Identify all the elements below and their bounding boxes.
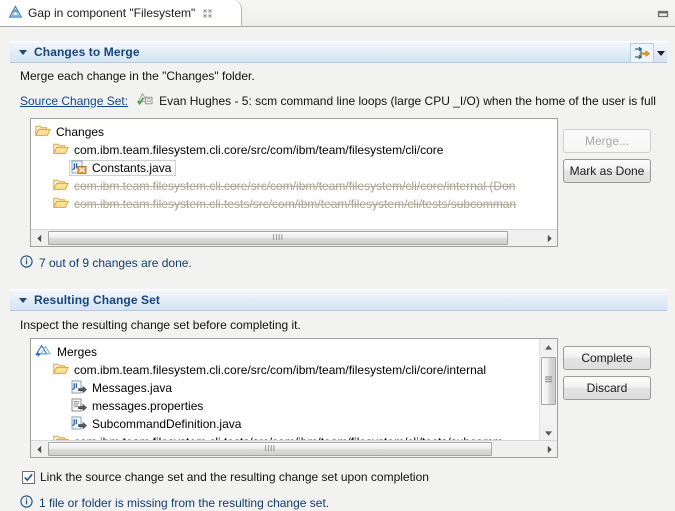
discard-button[interactable]: Discard [563,376,651,400]
section-title: Resulting Change Set [34,293,160,307]
close-icon[interactable] [201,7,214,20]
tree-row[interactable]: SubcommandDefinition.java [31,415,540,433]
complete-button[interactable]: Complete [563,346,651,370]
tree-row-label: com.ibm.team.filesystem.cli.tests/src/co… [74,197,516,211]
tree-row[interactable]: com.ibm.team.filesystem.cli.tests/src/co… [31,195,557,213]
folder-open-icon [53,142,69,158]
tab-strip: Gap in component "Filesystem" [0,0,675,27]
changes-tree-hscrollbar[interactable]: IIII [31,229,557,246]
scroll-down-icon[interactable] [540,425,556,441]
resulting-instruction: Inspect the resulting change set before … [20,318,301,332]
source-change-set-link[interactable]: Source Change Set: [20,94,128,108]
changes-tree[interactable]: Changes com.ibm.team.filesystem.cli.core/… [30,118,558,247]
mark-as-done-button[interactable]: Mark as Done [563,159,651,183]
change-set-icon [137,92,153,109]
changes-instruction: Merge each change in the "Changes" folde… [20,69,255,83]
merge-button-label: Merge... [585,134,629,148]
merges-icon [35,344,52,361]
tab-gap-in-component[interactable]: Gap in component "Filesystem" [0,0,242,26]
chevron-down-icon[interactable] [19,50,27,55]
scroll-grip: IIII [273,234,284,242]
tree-row[interactable]: com.ibm.team.filesystem.cli.core/src/com… [31,141,557,159]
tree-row-label: Changes [56,125,104,139]
tree-row[interactable]: messages.properties [31,397,540,415]
link-change-sets-checkbox-row[interactable]: Link the source change set and the resul… [22,470,429,484]
scroll-left-icon[interactable] [31,230,47,246]
merge-gap-icon [8,5,23,22]
merge-gap-editor: Gap in component "Filesystem" Changes to… [0,0,675,511]
tree-row-label: Merges [57,345,97,359]
source-change-set-value: Evan Hughes - 5: scm command line loops … [159,94,656,108]
properties-file-merge-icon [71,398,87,415]
tree-row-label: com.ibm.team.filesystem.cli.core/src/com… [74,143,443,157]
scroll-right-icon[interactable] [541,441,557,457]
chevron-down-icon[interactable] [657,51,665,56]
scroll-left-icon[interactable] [31,441,47,457]
tree-row[interactable]: com.ibm.team.filesystem.cli.core/src/com… [31,177,557,195]
changes-status-text: 7 out of 9 changes are done. [39,256,192,270]
link-change-sets-checkbox[interactable] [22,471,35,484]
tree-row-label: SubcommandDefinition.java [92,417,241,431]
source-change-set-row: Source Change Set: Evan Hughes - 5: scm … [20,92,656,109]
info-icon [20,255,33,271]
section-title: Changes to Merge [34,45,140,59]
info-icon [20,495,33,511]
section-header-changes-to-merge[interactable]: Changes to Merge [10,41,667,63]
chevron-down-icon[interactable] [19,298,27,303]
merge-button[interactable]: Merge... [563,129,651,153]
minimize-icon[interactable] [657,8,669,17]
tree-row[interactable]: Messages.java [31,379,540,397]
tree-row-label: messages.properties [92,399,203,413]
java-file-conflict-icon [71,160,87,177]
tree-row-selected[interactable]: Constants.java [69,160,176,176]
tree-row-label: Messages.java [92,381,172,395]
folder-open-icon [53,362,69,378]
folder-open-icon [35,124,51,140]
scroll-right-icon[interactable] [541,230,557,246]
resulting-tree-vscrollbar[interactable] [539,339,557,441]
scroll-up-icon[interactable] [540,339,556,355]
resulting-status-text: 1 file or folder is missing from the res… [39,496,329,510]
merge-arrows-icon[interactable] [630,43,654,63]
discard-button-label: Discard [587,381,628,395]
resulting-tree-vscroll-thumb[interactable] [541,357,556,405]
scroll-grip: IIII [265,445,276,453]
tree-row[interactable]: Constants.java [31,159,557,177]
resulting-status: 1 file or folder is missing from the res… [20,495,329,511]
resulting-tree[interactable]: Merges com.ibm.team.filesystem.cli.core/s… [30,338,558,458]
resulting-tree-hscroll-thumb[interactable]: IIII [48,442,492,456]
tree-row-label: Constants.java [92,161,171,175]
link-change-sets-label: Link the source change set and the resul… [40,470,429,484]
changes-tree-hscroll-thumb[interactable]: IIII [48,231,508,245]
scroll-grip [544,375,553,387]
complete-button-label: Complete [581,351,632,365]
tree-row[interactable]: Changes [31,123,557,141]
section-header-resulting-change-set[interactable]: Resulting Change Set [10,289,667,311]
tab-title: Gap in component "Filesystem" [28,6,195,20]
java-file-merge-icon [71,416,87,433]
tree-row[interactable]: Merges [31,343,540,361]
mark-as-done-button-label: Mark as Done [570,164,645,178]
tree-row-label: com.ibm.team.filesystem.cli.core/src/com… [74,179,515,193]
tree-row-label: com.ibm.team.filesystem.cli.core/src/com… [74,363,486,377]
section-toolbar [630,43,665,63]
changes-status: 7 out of 9 changes are done. [20,255,192,271]
tree-row[interactable]: com.ibm.team.filesystem.cli.core/src/com… [31,361,540,379]
folder-open-icon [53,196,69,212]
folder-open-icon [53,178,69,194]
resulting-tree-hscrollbar[interactable]: IIII [31,440,557,457]
java-file-merge-icon [71,380,87,397]
